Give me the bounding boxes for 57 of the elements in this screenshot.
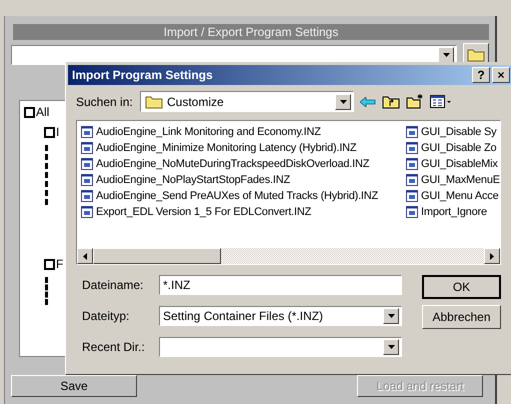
file-item[interactable]: GUI_Menu Acce <box>406 188 500 204</box>
field-label: Dateityp: <box>82 309 130 323</box>
scrollbar[interactable] <box>77 248 500 264</box>
panel-title: Import / Export Program Settings <box>13 24 489 40</box>
look-in-label: Suchen in: <box>76 94 134 108</box>
dialog-button[interactable]: OK <box>422 275 501 299</box>
file-icon <box>406 142 418 154</box>
file-icon <box>81 142 93 154</box>
filename-field[interactable]: *.INZ <box>159 275 402 295</box>
file-item[interactable]: GUI_MaxMenuE <box>406 172 500 188</box>
file-item[interactable]: AudioEngine_Minimize Monitoring Latency (Hybrid).INZ <box>81 140 406 156</box>
field-label: Dateiname: <box>82 278 144 292</box>
file-icon <box>81 206 93 218</box>
look-in-combo[interactable]: Customize <box>140 91 354 112</box>
file-icon <box>406 126 418 138</box>
dialog-title: Import Program Settings <box>72 68 213 82</box>
file-item[interactable]: GUI_Disable Sy <box>406 124 500 140</box>
up-folder-icon[interactable] <box>382 94 400 109</box>
file-item[interactable]: GUI_DisableMix <box>406 156 500 172</box>
dialog-button[interactable]: Abbrechen <box>422 305 501 329</box>
file-icon <box>81 174 93 186</box>
dropdown-field[interactable] <box>159 337 402 357</box>
tree-label: All <box>36 105 50 119</box>
file-icon <box>81 190 93 202</box>
file-item[interactable]: AudioEngine_Link Monitoring and Economy.INZ <box>81 124 406 140</box>
view-menu-icon[interactable] <box>430 95 452 108</box>
tree-label: F <box>56 257 64 271</box>
title-button[interactable]: ? <box>472 67 490 83</box>
file-icon <box>406 206 418 218</box>
tree-label: I <box>56 125 60 139</box>
folder-icon <box>145 94 163 108</box>
new-folder-icon[interactable] <box>406 94 424 109</box>
file-item[interactable]: AudioEngine_Send PreAUXes of Muted Tracks (Hybrid).INZ <box>81 188 406 204</box>
checkbox[interactable] <box>44 126 55 138</box>
file-item[interactable]: Import_Ignore <box>406 204 500 220</box>
file-icon <box>406 174 418 186</box>
file-item[interactable]: AudioEngine_NoPlayStartStopFades.INZ <box>81 172 406 188</box>
field-label: Recent Dir.: <box>82 340 146 354</box>
file-icon <box>406 158 418 170</box>
right-arrow-icon[interactable] <box>490 252 494 260</box>
file-item[interactable]: Export_EDL Version 1_5 For EDLConvert.INZ <box>81 204 406 220</box>
file-icon <box>81 126 93 138</box>
file-item[interactable]: GUI_Disable Zo <box>406 140 500 156</box>
checkbox[interactable] <box>24 106 35 118</box>
caret-icon <box>340 100 346 104</box>
action-button[interactable]: Save <box>11 375 137 397</box>
caret-icon <box>388 314 394 318</box>
left-arrow-icon[interactable] <box>83 252 87 260</box>
dropdown-field[interactable]: Setting Container Files (*.INZ) <box>159 306 402 326</box>
file-icon <box>406 190 418 202</box>
file-icon <box>81 158 93 170</box>
file-item[interactable]: AudioEngine_NoMuteDuringTrackspeedDiskOverload.INZ <box>81 156 406 172</box>
back-arrow-icon[interactable] <box>360 96 376 106</box>
caret-icon <box>388 345 394 349</box>
caret-icon <box>442 53 450 57</box>
checkbox[interactable] <box>44 258 55 270</box>
title-button[interactable]: × <box>492 67 510 83</box>
